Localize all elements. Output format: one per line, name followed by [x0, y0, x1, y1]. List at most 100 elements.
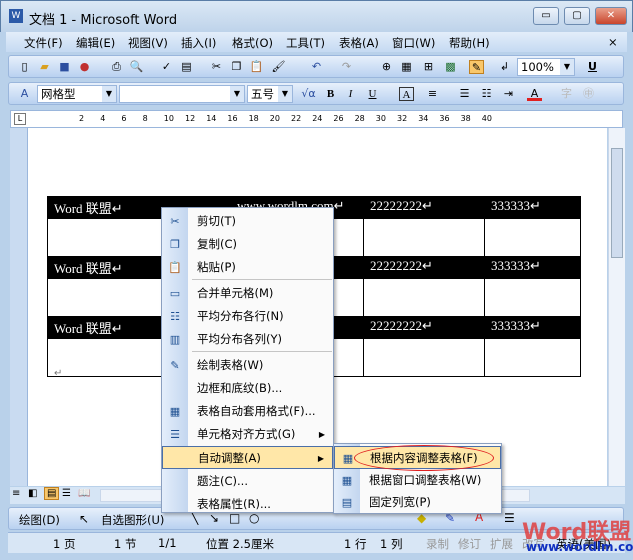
chevron-down-icon[interactable]: ▼	[278, 86, 292, 102]
tables-borders-icon[interactable]: ▦	[399, 60, 414, 74]
maximize-button[interactable]: ▢	[564, 7, 590, 25]
style-select[interactable]: 网格型 ▼	[37, 85, 117, 103]
numbering-icon[interactable]: ☰	[457, 87, 472, 101]
menu-format[interactable]: 格式(O)	[232, 35, 273, 51]
draw-menu-button[interactable]: 绘图(D)	[19, 512, 60, 528]
table-cell[interactable]: 333333↵	[484, 256, 581, 279]
print-preview-icon[interactable]: 🔍	[129, 60, 144, 74]
styles-icon[interactable]: A	[17, 87, 32, 101]
menu-edit[interactable]: 编辑(E)	[76, 35, 115, 51]
character-border-button[interactable]: A	[399, 87, 414, 101]
zoom-select[interactable]: 100% ▼	[517, 58, 575, 76]
menu-help[interactable]: 帮助(H)	[449, 35, 490, 51]
table-cell[interactable]: 22222222↵	[363, 316, 485, 339]
font-size-select[interactable]: 五号 ▼	[247, 85, 293, 103]
vertical-scrollbar[interactable]	[608, 128, 625, 486]
context-menu-item[interactable]: 自动调整(A) ▶	[162, 446, 333, 469]
tab-selector[interactable]: L	[14, 113, 26, 125]
redo-icon[interactable]: ↷	[339, 60, 354, 74]
context-menu-item[interactable]: ❐ 复制(C)	[162, 233, 333, 256]
table-cell[interactable]: 333333↵	[484, 316, 581, 339]
menu-item-autofit-window[interactable]: ▦ 根据窗口调整表格(W)	[334, 469, 505, 492]
menu-table[interactable]: 表格(A)	[339, 35, 379, 51]
insert-table-icon[interactable]: ⊞	[421, 60, 436, 74]
scroll-thumb[interactable]	[611, 148, 623, 258]
table-cell[interactable]: 22222222↵	[363, 196, 485, 219]
table-cell[interactable]: 333333↵	[484, 196, 581, 219]
context-menu-item[interactable]: 表格属性(R)...	[162, 493, 333, 516]
table-cell[interactable]	[363, 278, 485, 317]
insert-excel-icon[interactable]: ▩	[443, 60, 458, 74]
context-menu-item[interactable]: 题注(C)...	[162, 470, 333, 493]
line-style-icon[interactable]: ☰	[504, 511, 515, 525]
status-trk[interactable]: 修订	[458, 536, 481, 552]
print-layout-icon[interactable]: ▤	[44, 487, 60, 500]
phonetic-guide-icon[interactable]: 字	[559, 87, 574, 101]
close-document-button[interactable]: ×	[608, 35, 618, 49]
context-menu-item[interactable]: ▭ 合并单元格(M)	[162, 282, 333, 305]
context-menu-item[interactable]: 边框和底纹(B)...	[162, 377, 333, 400]
save-icon[interactable]: ■	[57, 60, 72, 74]
menu-item-fixed-column-width[interactable]: ▤ 固定列宽(P)	[334, 491, 505, 514]
autoshapes-menu-button[interactable]: 自选图形(U)	[101, 512, 164, 528]
table-cell[interactable]: 22222222↵	[363, 256, 485, 279]
permission-icon[interactable]: ●	[77, 60, 92, 74]
font-color-button[interactable]: A	[527, 87, 542, 101]
menu-tools[interactable]: 工具(T)	[286, 35, 325, 51]
vertical-ruler[interactable]	[10, 128, 28, 486]
underline-icon[interactable]: U	[585, 60, 600, 74]
show-hide-icon[interactable]: ↲	[497, 60, 512, 74]
menu-insert[interactable]: 插入(I)	[181, 35, 216, 51]
bullets-icon[interactable]: ☷	[479, 87, 494, 101]
hyperlink-icon[interactable]: ⊕	[379, 60, 394, 74]
format-painter-icon[interactable]: 🖌	[271, 60, 286, 74]
web-view-icon[interactable]: ◧	[28, 488, 37, 499]
indent-icon[interactable]: ⇥	[501, 87, 516, 101]
reading-view-icon[interactable]: 📖	[78, 488, 90, 499]
minimize-button[interactable]: ▭	[533, 7, 559, 25]
context-menu-item[interactable]: ☷ 平均分布各行(N)	[162, 305, 333, 328]
status-line: 1 行	[344, 537, 367, 551]
menu-file[interactable]: 文件(F)	[24, 35, 63, 51]
chevron-down-icon[interactable]: ▼	[102, 86, 116, 102]
select-objects-icon[interactable]: ↖	[79, 512, 89, 526]
context-menu-item[interactable]: ☰ 单元格对齐方式(G) ▶	[162, 423, 333, 446]
table-cell[interactable]	[484, 278, 581, 317]
table-cell[interactable]	[484, 338, 581, 377]
align-center-icon[interactable]: ≡	[425, 87, 440, 101]
context-menu-item[interactable]: ▥ 平均分布各列(Y)	[162, 328, 333, 351]
paste-icon[interactable]: 📋	[249, 60, 264, 74]
context-menu-item[interactable]: ✂ 剪切(T)	[162, 210, 333, 233]
underline-button[interactable]: U	[365, 87, 380, 101]
context-menu-item[interactable]: 📋 粘贴(P)	[162, 256, 333, 279]
copy-icon[interactable]: ❐	[229, 60, 244, 74]
print-icon[interactable]: ⎙	[109, 60, 124, 74]
research-icon[interactable]: ▤	[179, 60, 194, 74]
context-menu-item[interactable]: ✎ 绘制表格(W)	[162, 354, 333, 377]
outline-view-icon[interactable]: ☰	[62, 488, 71, 499]
status-ext[interactable]: 扩展	[490, 536, 513, 552]
enclose-char-icon[interactable]: ㊥	[581, 87, 596, 101]
undo-icon[interactable]: ↶	[309, 60, 324, 74]
normal-view-icon[interactable]: ≡	[12, 488, 20, 499]
horizontal-ruler[interactable]: L 2 4 6 8 10 12 14 16 18 20 22 24 26 28 30 32 34 36 38 40	[10, 110, 623, 128]
font-select[interactable]: ▼	[119, 85, 245, 103]
drawing-toggle-icon[interactable]: ✎	[469, 60, 484, 74]
menu-window[interactable]: 窗口(W)	[392, 35, 435, 51]
cut-icon[interactable]: ✂	[209, 60, 224, 74]
close-button[interactable]: ✕	[595, 7, 627, 25]
menu-view[interactable]: 视图(V)	[128, 35, 168, 51]
spelling-icon[interactable]: ✓	[159, 60, 174, 74]
new-icon[interactable]: ▯	[17, 60, 32, 74]
table-cell[interactable]	[484, 218, 581, 257]
context-menu-item[interactable]: ▦ 表格自动套用格式(F)...	[162, 400, 333, 423]
status-rec[interactable]: 录制	[426, 536, 449, 552]
chevron-down-icon[interactable]: ▼	[560, 59, 574, 75]
table-cell[interactable]	[363, 218, 485, 257]
italic-button[interactable]: I	[343, 87, 358, 101]
open-icon[interactable]: ▰	[37, 60, 52, 74]
table-cell[interactable]	[363, 338, 485, 377]
chevron-down-icon[interactable]: ▼	[230, 86, 244, 102]
bold-button[interactable]: B	[323, 87, 338, 101]
equation-icon[interactable]: √α	[301, 87, 316, 101]
